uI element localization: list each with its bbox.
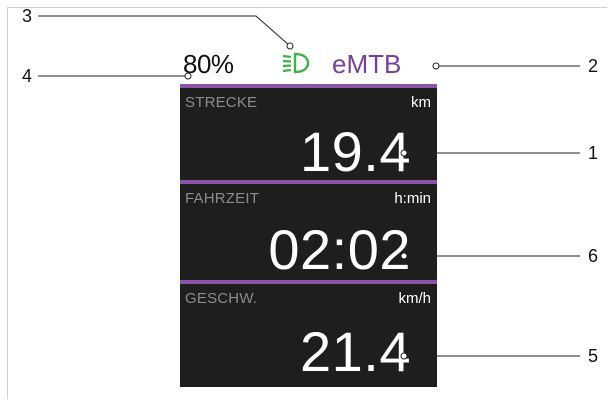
distance-label: STRECKE bbox=[185, 94, 258, 111]
distance-value: 19.4 bbox=[300, 120, 411, 183]
headlight-icon bbox=[282, 52, 310, 74]
ride-time-label: FAHRZEIT bbox=[185, 190, 260, 207]
speed-unit: km/h bbox=[398, 290, 431, 307]
ride-time-unit: h:min bbox=[394, 190, 431, 207]
callout-5: 5 bbox=[588, 346, 599, 366]
ride-time-value: 02:02 bbox=[268, 218, 411, 281]
display-screen: 80% eMTB STRECKE km 19.4 FAHRZEIT h:min … bbox=[180, 43, 437, 387]
callout-6: 6 bbox=[588, 246, 599, 266]
distance-unit: km bbox=[411, 94, 431, 111]
speed-label: GESCHW. bbox=[185, 290, 258, 307]
callout-2: 2 bbox=[588, 56, 599, 76]
panel-speed: GESCHW. km/h 21.4 bbox=[180, 284, 437, 387]
battery-level: 80% bbox=[183, 49, 234, 79]
callout-3: 3 bbox=[22, 6, 33, 26]
speed-value: 21.4 bbox=[300, 320, 411, 383]
panel-ride-time: FAHRZEIT h:min 02:02 bbox=[180, 184, 437, 280]
callout-1: 1 bbox=[588, 143, 599, 163]
callout-4: 4 bbox=[22, 66, 33, 86]
status-bar: 80% eMTB bbox=[180, 43, 437, 84]
riding-mode: eMTB bbox=[332, 49, 402, 79]
panel-distance: STRECKE km 19.4 bbox=[180, 88, 437, 180]
